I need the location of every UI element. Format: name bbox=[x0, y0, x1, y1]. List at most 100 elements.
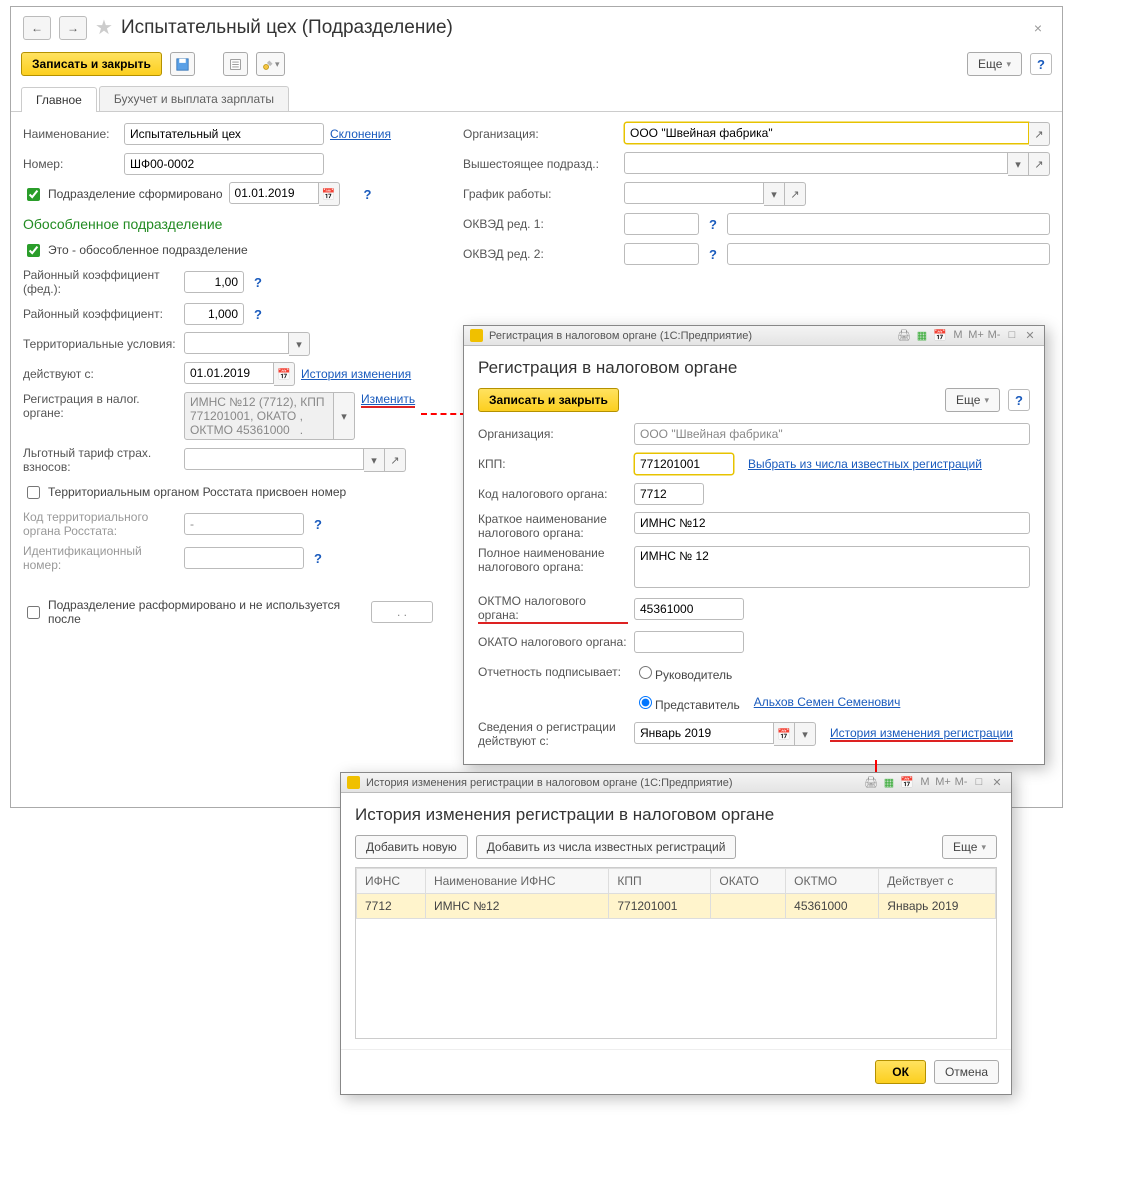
parent-input[interactable] bbox=[624, 152, 1008, 174]
grid-icon[interactable]: ▦ bbox=[914, 329, 930, 342]
maximize-icon[interactable]: □ bbox=[1004, 329, 1020, 342]
table-row[interactable]: 7712 ИМНС №12 771201001 45361000 Январь … bbox=[357, 894, 996, 919]
add-known-button[interactable]: Добавить из числа известных регистраций bbox=[476, 835, 737, 859]
help-ident[interactable]: ? bbox=[310, 547, 326, 569]
coef-fed-input[interactable] bbox=[184, 271, 244, 293]
help-button[interactable]: ? bbox=[1030, 53, 1052, 75]
history-table[interactable]: ИФНС Наименование ИФНС КПП ОКАТО ОКТМО Д… bbox=[356, 868, 996, 919]
separate-checkbox[interactable]: Это - обособленное подразделение bbox=[23, 241, 248, 260]
col-kpp[interactable]: КПП bbox=[609, 869, 711, 894]
help-formed[interactable]: ? bbox=[360, 183, 376, 205]
tariff-dropdown[interactable]: ▾ bbox=[364, 448, 385, 472]
tab-payroll[interactable]: Бухучет и выплата зарплаты bbox=[99, 86, 289, 111]
help-okved2[interactable]: ? bbox=[705, 243, 721, 265]
m-minus-button[interactable]: M- bbox=[953, 776, 969, 789]
col-valid[interactable]: Действует с bbox=[879, 869, 996, 894]
print-icon[interactable]: 🖨 bbox=[896, 329, 912, 342]
reg-help-button[interactable]: ? bbox=[1008, 389, 1030, 411]
schedule-open[interactable]: ↗ bbox=[785, 182, 806, 206]
help-coef-fed[interactable]: ? bbox=[250, 271, 266, 293]
calendar-icon[interactable]: 📅 bbox=[899, 776, 915, 789]
reg-valid-input[interactable] bbox=[634, 722, 774, 744]
valid-from-input[interactable] bbox=[184, 362, 274, 384]
reg-full-input[interactable] bbox=[634, 546, 1030, 588]
name-input[interactable] bbox=[124, 123, 324, 145]
grid-icon[interactable]: ▦ bbox=[881, 776, 897, 789]
terr-dropdown[interactable]: ▾ bbox=[289, 332, 310, 356]
known-reg-link[interactable]: Выбрать из числа известных регистраций bbox=[748, 457, 982, 471]
col-okato[interactable]: ОКАТО bbox=[711, 869, 786, 894]
cancel-button[interactable]: Отмена bbox=[934, 1060, 999, 1084]
okved1-input[interactable] bbox=[624, 213, 699, 235]
help-rosstat[interactable]: ? bbox=[310, 513, 326, 535]
calendar-icon[interactable]: 📅 bbox=[274, 362, 295, 386]
col-ifns[interactable]: ИФНС bbox=[357, 869, 426, 894]
m-plus-button[interactable]: M+ bbox=[968, 329, 984, 342]
reg-save-close-button[interactable]: Записать и закрыть bbox=[478, 388, 619, 412]
okved1-desc[interactable] bbox=[727, 213, 1050, 235]
col-name[interactable]: Наименование ИФНС bbox=[425, 869, 608, 894]
m-plus-button[interactable]: M+ bbox=[935, 776, 951, 789]
save-icon-button[interactable] bbox=[170, 52, 195, 76]
change-link[interactable]: Изменить bbox=[361, 392, 415, 408]
rosstat-checkbox[interactable]: Территориальным органом Росстата присвое… bbox=[23, 483, 346, 502]
rep-link[interactable]: Альхов Семен Семенович bbox=[754, 695, 901, 709]
reg-oktmo-input[interactable] bbox=[634, 598, 744, 620]
ok-button[interactable]: ОК bbox=[875, 1060, 926, 1084]
more-button[interactable]: Еще ▾ bbox=[967, 52, 1022, 76]
okved2-input[interactable] bbox=[624, 243, 699, 265]
m-button[interactable]: M bbox=[950, 329, 966, 342]
sign-leader-radio[interactable]: Руководитель bbox=[634, 663, 732, 682]
close-icon[interactable]: ✕ bbox=[1022, 329, 1038, 342]
m-button[interactable]: M bbox=[917, 776, 933, 789]
spin-icon[interactable]: ▾ bbox=[795, 722, 816, 746]
close-icon[interactable]: ✕ bbox=[989, 776, 1005, 789]
help-okved1[interactable]: ? bbox=[705, 213, 721, 235]
reg-more-button[interactable]: Еще ▾ bbox=[945, 388, 1000, 412]
calendar-icon[interactable]: 📅 bbox=[774, 722, 795, 746]
formed-checkbox[interactable]: Подразделение сформировано bbox=[23, 185, 223, 204]
ident-input[interactable] bbox=[184, 547, 304, 569]
tariff-input[interactable] bbox=[184, 448, 364, 470]
tab-main[interactable]: Главное bbox=[21, 87, 97, 112]
org-input[interactable] bbox=[624, 122, 1029, 144]
attach-button[interactable]: ▾ bbox=[256, 52, 286, 76]
maximize-icon[interactable]: □ bbox=[971, 776, 987, 789]
print-icon[interactable]: 🖨 bbox=[863, 776, 879, 789]
declension-link[interactable]: Склонения bbox=[330, 127, 391, 141]
reg-history-link[interactable]: История изменения регистрации bbox=[830, 726, 1013, 742]
okved2-desc[interactable] bbox=[727, 243, 1050, 265]
reg-short-input[interactable] bbox=[634, 512, 1030, 534]
hist-more-button[interactable]: Еще ▾ bbox=[942, 835, 997, 859]
sign-rep-radio[interactable]: Представитель bbox=[634, 693, 740, 712]
taxreg-dropdown[interactable]: ▾ bbox=[334, 392, 355, 440]
formed-date-input[interactable] bbox=[229, 182, 319, 204]
m-minus-button[interactable]: M- bbox=[986, 329, 1002, 342]
number-input[interactable] bbox=[124, 153, 324, 175]
reg-code-input[interactable] bbox=[634, 483, 704, 505]
reg-kpp-input[interactable] bbox=[634, 453, 734, 475]
tariff-open[interactable]: ↗ bbox=[385, 448, 406, 472]
save-close-button[interactable]: Записать и закрыть bbox=[21, 52, 162, 76]
calendar-icon[interactable]: 📅 bbox=[319, 182, 340, 206]
col-oktmo[interactable]: ОКТМО bbox=[786, 869, 879, 894]
help-coef[interactable]: ? bbox=[250, 303, 266, 325]
nav-back-button[interactable]: ← bbox=[23, 16, 51, 40]
reg-okato-input[interactable] bbox=[634, 631, 744, 653]
history-link[interactable]: История изменения bbox=[301, 367, 411, 381]
org-open[interactable]: ↗ bbox=[1029, 122, 1050, 146]
parent-dropdown[interactable]: ▾ bbox=[1008, 152, 1029, 176]
nav-fwd-button[interactable]: → bbox=[59, 16, 87, 40]
terr-input[interactable] bbox=[184, 332, 289, 354]
list-icon-button[interactable] bbox=[223, 52, 248, 76]
coef-input[interactable] bbox=[184, 303, 244, 325]
parent-open[interactable]: ↗ bbox=[1029, 152, 1050, 176]
calendar-icon[interactable]: 📅 bbox=[932, 329, 948, 342]
star-icon[interactable]: ★ bbox=[95, 15, 113, 40]
add-new-button[interactable]: Добавить новую bbox=[355, 835, 468, 859]
disbanded-checkbox[interactable]: Подразделение расформировано и не исполь… bbox=[23, 598, 365, 626]
page-title: Испытательный цех (Подразделение) bbox=[121, 17, 453, 39]
schedule-input[interactable] bbox=[624, 182, 764, 204]
close-icon[interactable]: × bbox=[1034, 20, 1050, 36]
schedule-dropdown[interactable]: ▾ bbox=[764, 182, 785, 206]
